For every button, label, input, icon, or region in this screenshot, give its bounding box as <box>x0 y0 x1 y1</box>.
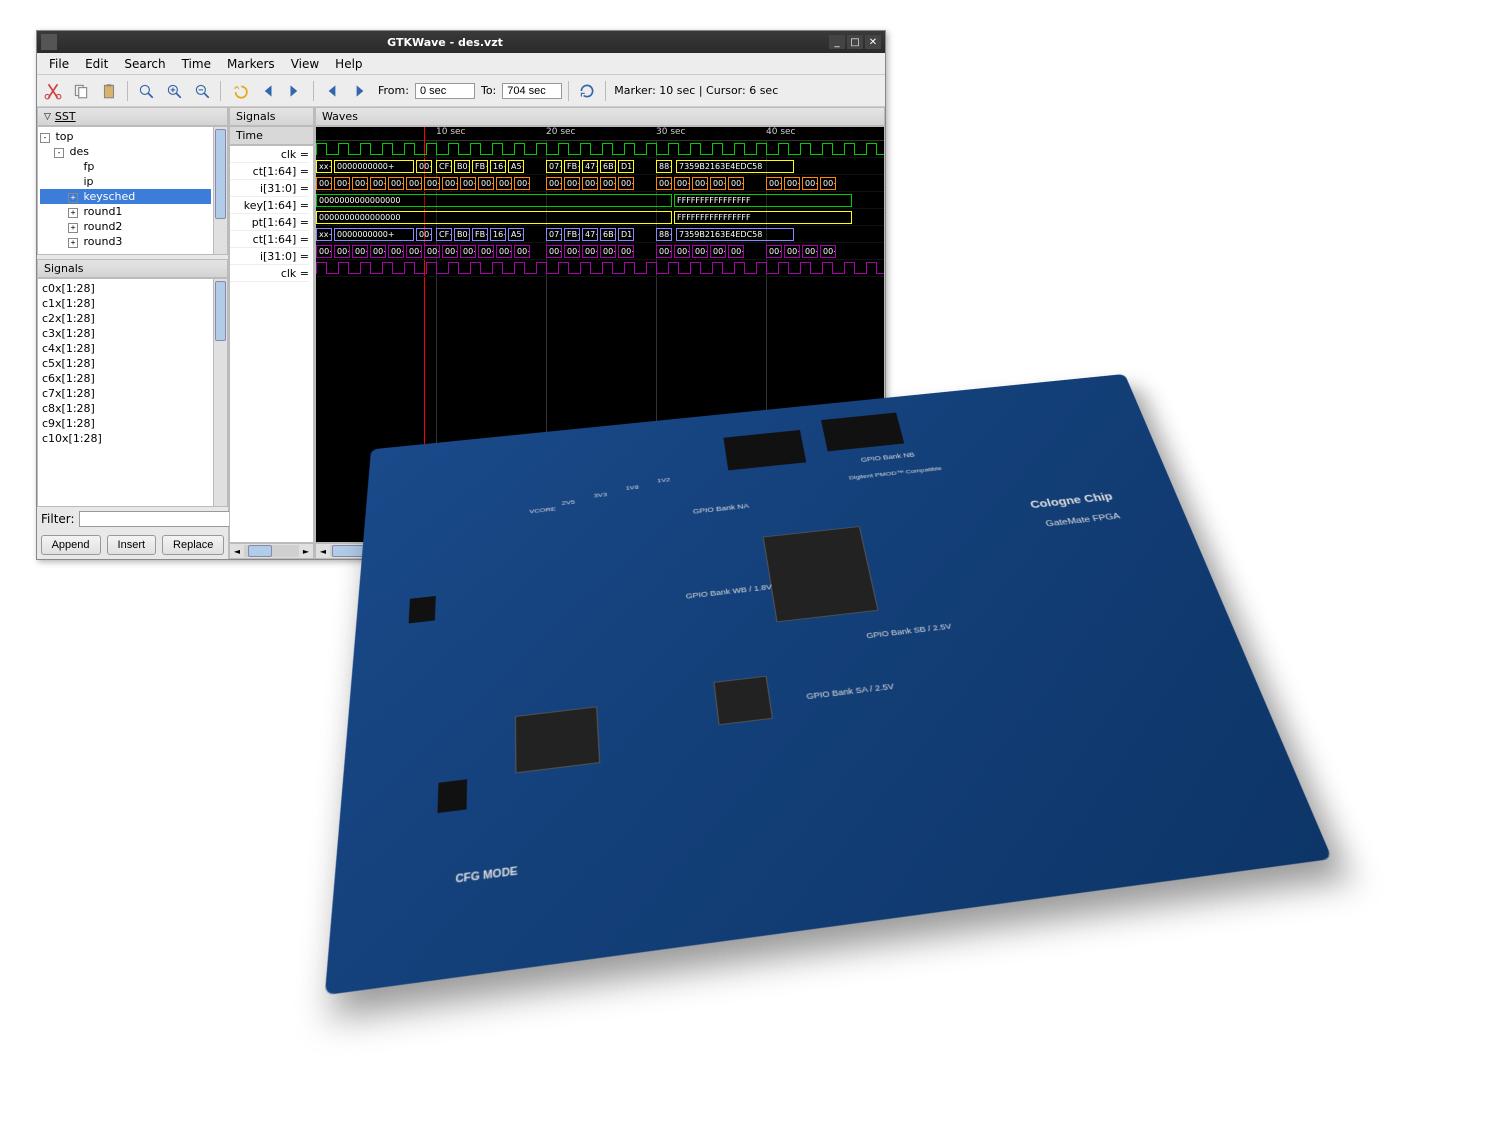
signals-scrollbar[interactable] <box>213 279 227 506</box>
from-label: From: <box>378 84 409 97</box>
toolbar: From: To: Marker: 10 sec | Cursor: 6 sec <box>37 75 885 107</box>
signal-item[interactable]: c5x[1:28] <box>40 356 211 371</box>
signal-names-list[interactable]: clk =ct[1:64] =i[31:0] =key[1:64] =pt[1:… <box>229 145 314 543</box>
wave-signal-name[interactable]: i[31:0] = <box>230 180 309 197</box>
collapse-icon[interactable]: ▽ <box>44 112 51 122</box>
separator <box>220 81 221 101</box>
wave-row[interactable] <box>316 141 884 158</box>
wave-signal-name[interactable]: clk = <box>230 265 309 282</box>
wave-row[interactable]: 00+00+00+00+00+00+00+00+00+00+00+00+00+0… <box>316 175 884 192</box>
menu-view[interactable]: View <box>283 55 327 73</box>
signal-names-column: Signals Time clk =ct[1:64] =i[31:0] =key… <box>229 107 315 559</box>
wave-row[interactable]: 0000000000000000FFFFFFFFFFFFFFFF <box>316 192 884 209</box>
tree-item-ip[interactable]: ip <box>40 174 211 189</box>
wave-row[interactable]: xx+0000000000+00+CF+B0+FB+16+A5+07+FB+47… <box>316 226 884 243</box>
sst-tree[interactable]: - top- des fp ip+ keysched+ round1+ roun… <box>38 127 213 254</box>
close-button[interactable]: ✕ <box>865 35 881 49</box>
wave-row[interactable]: 00+00+00+00+00+00+00+00+00+00+00+00+00+0… <box>316 243 884 260</box>
signal-item[interactable]: c2x[1:28] <box>40 311 211 326</box>
window-title: GTKWave - des.vzt <box>63 36 827 49</box>
tree-item-round2[interactable]: + round2 <box>40 219 211 234</box>
filter-input[interactable] <box>79 511 231 527</box>
to-label: To: <box>481 84 496 97</box>
to-input[interactable] <box>502 83 562 99</box>
wave-row[interactable]: xx+0000000000+00+CF+B0+FB+16+A5+07+FB+47… <box>316 158 884 175</box>
sst-header: ▽SST <box>37 107 228 126</box>
sst-panel: ▽SST - top- des fp ip+ keysched+ round1+… <box>37 107 228 255</box>
tree-item-des[interactable]: - des <box>40 144 211 159</box>
menu-file[interactable]: File <box>41 55 77 73</box>
separator <box>313 81 314 101</box>
mid-hscroll[interactable]: ◄► <box>229 543 314 559</box>
titlebar: GTKWave - des.vzt _ □ ✕ <box>37 31 885 53</box>
signals-list[interactable]: c0x[1:28]c1x[1:28]c2x[1:28]c3x[1:28]c4x[… <box>38 279 213 506</box>
nav-end-button[interactable] <box>283 79 307 103</box>
nav-next-button[interactable] <box>348 79 372 103</box>
filter-row: Filter: <box>37 507 228 531</box>
wave-signal-name[interactable]: key[1:64] = <box>230 197 309 214</box>
wave-row[interactable]: 0000000000000000FFFFFFFFFFFFFFFF <box>316 209 884 226</box>
separator <box>127 81 128 101</box>
zoom-out-button[interactable] <box>190 79 214 103</box>
menu-markers[interactable]: Markers <box>219 55 283 73</box>
replace-button[interactable]: Replace <box>162 535 224 555</box>
from-input[interactable] <box>415 83 475 99</box>
nav-start-button[interactable] <box>255 79 279 103</box>
menu-search[interactable]: Search <box>116 55 173 73</box>
minimize-button[interactable]: _ <box>829 35 845 49</box>
waves-header: Waves <box>315 107 885 126</box>
tree-item-round3[interactable]: + round3 <box>40 234 211 249</box>
app-icon <box>41 34 57 50</box>
marker-cursor-status: Marker: 10 sec | Cursor: 6 sec <box>614 84 778 97</box>
wave-signal-name[interactable]: ct[1:64] = <box>230 231 309 248</box>
signal-item[interactable]: c4x[1:28] <box>40 341 211 356</box>
wave-signal-name[interactable]: i[31:0] = <box>230 248 309 265</box>
time-header: Time <box>229 126 314 145</box>
tree-item-top[interactable]: - top <box>40 129 211 144</box>
undo-button[interactable] <box>227 79 251 103</box>
wave-signal-name[interactable]: ct[1:64] = <box>230 163 309 180</box>
tree-item-fp[interactable]: fp <box>40 159 211 174</box>
menu-help[interactable]: Help <box>327 55 370 73</box>
menu-time[interactable]: Time <box>174 55 219 73</box>
signals-panel: Signals c0x[1:28]c1x[1:28]c2x[1:28]c3x[1… <box>37 259 228 559</box>
signal-item[interactable]: c1x[1:28] <box>40 296 211 311</box>
cut-button[interactable] <box>41 79 65 103</box>
tree-item-keysched[interactable]: + keysched <box>40 189 211 204</box>
button-row: Append Insert Replace <box>37 531 228 559</box>
fpga-board-photo: Cologne Chip GateMate FPGA GPIO Bank NA … <box>360 320 1230 940</box>
signal-item[interactable]: c0x[1:28] <box>40 281 211 296</box>
wave-signal-name[interactable]: pt[1:64] = <box>230 214 309 231</box>
tree-item-round1[interactable]: + round1 <box>40 204 211 219</box>
filter-label: Filter: <box>41 512 75 526</box>
append-button[interactable]: Append <box>41 535 101 555</box>
paste-button[interactable] <box>97 79 121 103</box>
maximize-button[interactable]: □ <box>847 35 863 49</box>
signal-item[interactable]: c7x[1:28] <box>40 386 211 401</box>
menu-edit[interactable]: Edit <box>77 55 116 73</box>
separator <box>568 81 569 101</box>
separator <box>605 81 606 101</box>
insert-button[interactable]: Insert <box>107 535 157 555</box>
signal-item[interactable]: c6x[1:28] <box>40 371 211 386</box>
wave-signal-name[interactable]: clk = <box>230 146 309 163</box>
menubar: File Edit Search Time Markers View Help <box>37 53 885 75</box>
signal-item[interactable]: c3x[1:28] <box>40 326 211 341</box>
wave-row[interactable] <box>316 260 884 277</box>
sst-scrollbar[interactable] <box>213 127 227 254</box>
reload-button[interactable] <box>575 79 599 103</box>
copy-button[interactable] <box>69 79 93 103</box>
signal-item[interactable]: c10x[1:28] <box>40 431 211 446</box>
signals-header: Signals <box>37 259 228 278</box>
nav-prev-button[interactable] <box>320 79 344 103</box>
zoom-in-button[interactable] <box>162 79 186 103</box>
mid-header: Signals <box>229 107 314 126</box>
zoom-fit-button[interactable] <box>134 79 158 103</box>
left-column: ▽SST - top- des fp ip+ keysched+ round1+… <box>37 107 229 559</box>
signal-item[interactable]: c8x[1:28] <box>40 401 211 416</box>
signal-item[interactable]: c9x[1:28] <box>40 416 211 431</box>
